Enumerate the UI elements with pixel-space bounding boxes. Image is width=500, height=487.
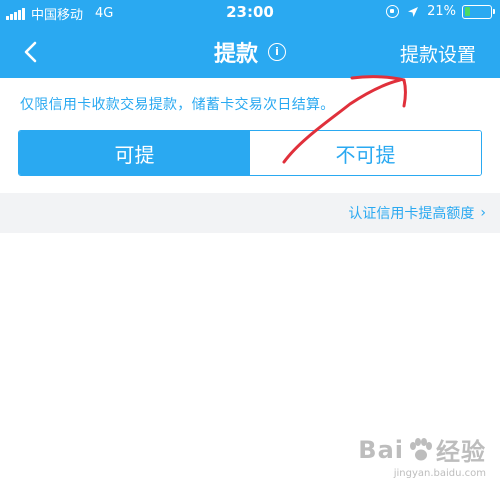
watermark-url: jingyan.baidu.com — [393, 468, 486, 479]
rotation-lock-icon — [386, 5, 400, 18]
tab-withdrawable[interactable]: 可提 — [19, 131, 250, 175]
battery-percent: 21% — [427, 4, 456, 19]
tab-not-withdrawable[interactable]: 不可提 — [250, 131, 481, 175]
battery-level-fill — [464, 7, 470, 16]
navigation-bar: 提款 i 提款设置 — [0, 26, 500, 78]
withdrawable-segmented-control: 可提 不可提 — [18, 130, 482, 176]
watermark-suffix: 经验 — [436, 438, 486, 466]
battery-icon — [462, 4, 495, 19]
watermark-brand: Bai — [358, 435, 404, 464]
info-icon[interactable]: i — [268, 43, 286, 61]
raise-limit-strip: 认证信用卡提高额度 › — [0, 193, 500, 233]
status-right: 21% — [386, 4, 495, 19]
page-title: 提款 — [213, 42, 258, 67]
watermark-logo: Bai 经验 — [358, 432, 486, 467]
chevron-right-icon: › — [480, 205, 486, 221]
notice-text: 仅限信用卡收款交易提款，储蓄卡交易次日结算。 — [20, 97, 335, 113]
status-bar: 中国移动 4G 23:00 21% — [0, 0, 500, 26]
location-arrow-icon — [408, 6, 419, 17]
paw-icon — [410, 437, 432, 460]
raise-limit-link[interactable]: 认证信用卡提高额度 › — [348, 203, 486, 223]
withdrawal-settings-button[interactable]: 提款设置 — [400, 40, 476, 67]
baidu-jingyan-watermark: Bai 经验 jingyan.baidu.com — [358, 432, 486, 480]
raise-limit-label: 认证信用卡提高额度 — [348, 206, 475, 222]
